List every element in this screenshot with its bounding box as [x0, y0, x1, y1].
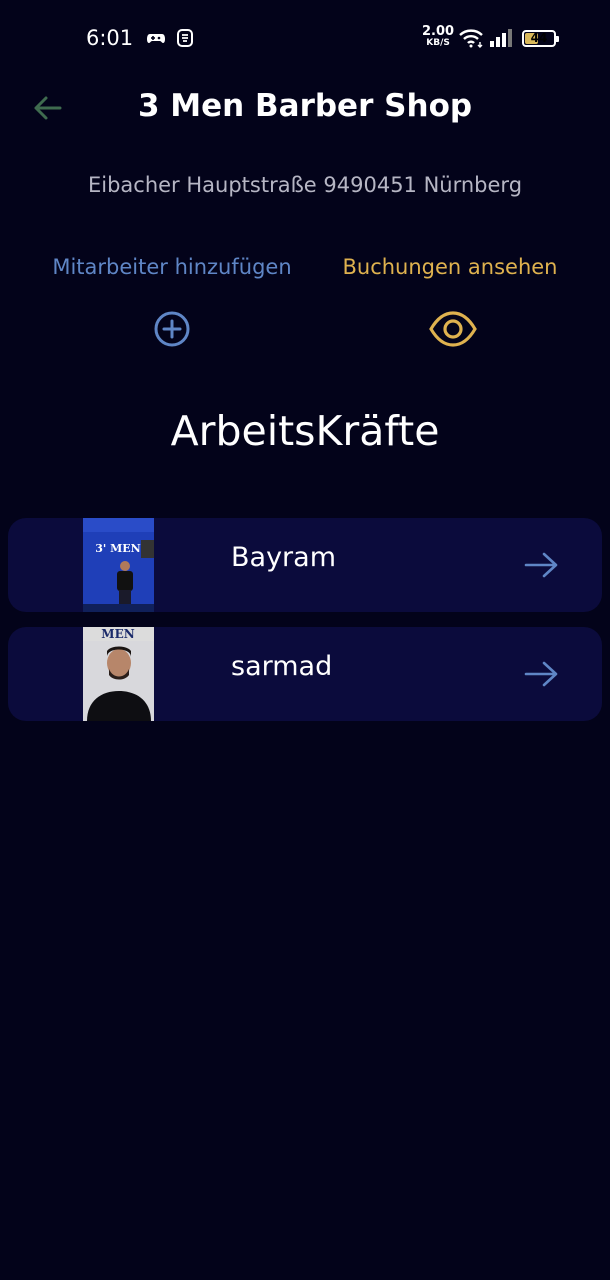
battery-level: 44 [530, 31, 548, 45]
employee-name: Bayram [231, 542, 336, 573]
status-time: 6:01 [86, 26, 134, 50]
add-employee-label: Mitarbeiter hinzufügen [52, 255, 292, 279]
employee-row[interactable]: 3' MEN Bayram [8, 518, 602, 612]
network-speed-value: 2.00 [422, 24, 455, 39]
add-employee-button[interactable]: Mitarbeiter hinzufügen [40, 255, 304, 279]
employee-avatar: MEN [83, 627, 154, 721]
eye-icon[interactable] [428, 310, 478, 348]
arrow-right-icon[interactable] [522, 548, 562, 582]
battery-icon: 44 [522, 30, 559, 47]
view-bookings-label: Buchungen ansehen [342, 255, 558, 279]
app-notification-icon [177, 29, 193, 47]
network-speed: 2.00 KB/S [422, 24, 455, 48]
status-bar: 6:01 2.00 KB/S 44 [0, 0, 610, 78]
avatar-sign: MEN [101, 627, 134, 641]
wifi-icon [459, 29, 483, 48]
employee-list: 3' MEN Bayram MEN sarmad [8, 518, 602, 736]
page-title: 3 Men Barber Shop [137, 88, 473, 124]
employee-row[interactable]: MEN sarmad [8, 627, 602, 721]
employee-name: sarmad [231, 651, 333, 682]
network-speed-unit: KB/S [426, 38, 450, 48]
shop-address: Eibacher Hauptstraße 9490451 Nürnberg [87, 173, 523, 197]
arrow-right-icon[interactable] [522, 657, 562, 691]
cell-signal-icon [490, 29, 512, 47]
avatar-sign: 3' MEN [95, 542, 140, 555]
game-controller-icon [147, 34, 165, 43]
employee-avatar: 3' MEN [83, 518, 154, 612]
view-bookings-button[interactable]: Buchungen ansehen [328, 255, 572, 279]
section-title: ArbeitsKräfte [170, 407, 440, 455]
add-circle-icon[interactable] [153, 310, 191, 348]
